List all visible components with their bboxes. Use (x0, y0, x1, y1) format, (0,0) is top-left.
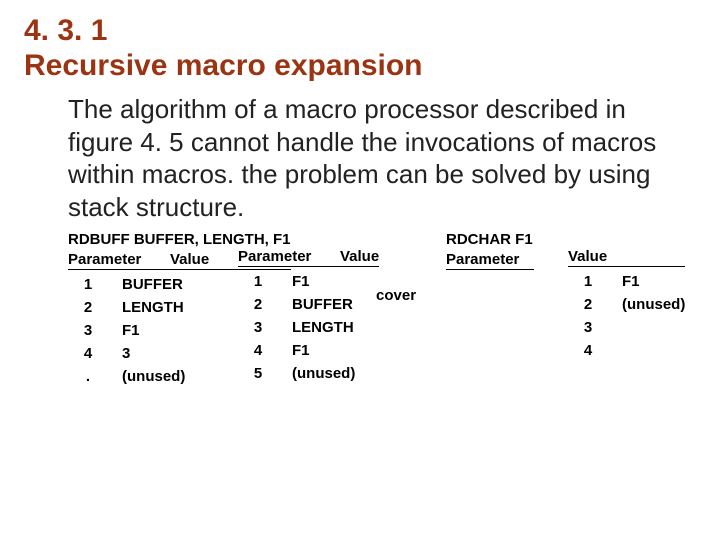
table-row: 5(unused) (238, 365, 379, 382)
table-row: 1F1 (568, 273, 685, 290)
col-value: Value (170, 251, 209, 268)
heading-number: 4. 3. 1 (24, 14, 107, 47)
col-value: Value (340, 248, 379, 265)
col-parameter: Parameter (446, 251, 534, 268)
body-paragraph: The algorithm of a macro processor descr… (68, 93, 670, 223)
invocation-2: RDCHAR F1 (446, 231, 534, 248)
table-row: 2BUFFER (238, 296, 379, 313)
table-4: Value 1F1 2(unused) 3 4 (568, 245, 685, 359)
cover-label: cover (376, 287, 416, 304)
table-header: Parameter (446, 251, 534, 270)
table-row: 3LENGTH (238, 319, 379, 336)
table-row: 4F1 (238, 342, 379, 359)
table-2: Parameter Value 1F1 2BUFFER 3LENGTH 4F1 … (238, 245, 379, 382)
table-row: 2(unused) (568, 296, 685, 313)
col-parameter: Parameter (68, 251, 156, 268)
table-3: RDCHAR F1 Parameter (446, 231, 534, 270)
table-header: Parameter Value (238, 248, 379, 267)
table-header: Value (568, 248, 685, 267)
table-row: 3 (568, 319, 685, 336)
section-heading: 4. 3. 1 Recursive macro expansion (24, 14, 694, 83)
table-row: 4 (568, 342, 685, 359)
slide: 4. 3. 1 Recursive macro expansion The al… (0, 0, 718, 245)
col-value: Value (568, 248, 656, 265)
table-row: 1F1 (238, 273, 379, 290)
heading-title: Recursive macro expansion (24, 49, 423, 82)
col-parameter: Parameter (238, 248, 326, 265)
